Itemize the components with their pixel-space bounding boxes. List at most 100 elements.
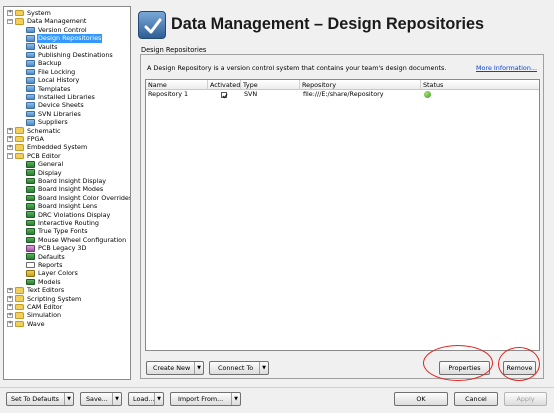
repositories-grid[interactable]: Name Activated Type Repository Status Re… <box>145 79 540 351</box>
more-information-link[interactable]: More Information... <box>476 64 537 72</box>
properties-button[interactable]: Properties <box>439 361 490 375</box>
tree-item-label: PCB Editor <box>27 151 61 160</box>
expand-icon[interactable]: + <box>7 287 13 294</box>
expand-icon[interactable]: + <box>7 144 13 151</box>
activated-checkbox[interactable] <box>221 91 228 98</box>
tree-item-label: Schematic <box>27 126 61 135</box>
connect-to-label: Connect To <box>218 364 254 372</box>
column-name[interactable]: Name <box>146 80 208 90</box>
expand-icon[interactable]: + <box>7 304 13 310</box>
folder-icon <box>15 303 24 311</box>
tree-item-label: Embedded System <box>27 143 88 152</box>
tree-item-label: Publishing Destinations <box>38 51 113 59</box>
page-icon <box>26 68 35 76</box>
green-icon <box>26 177 35 185</box>
page-icon <box>26 85 35 92</box>
collapse-icon[interactable]: − <box>7 153 13 159</box>
import-from-button[interactable]: Import From... ▼ <box>170 392 241 406</box>
repository-path: file:///E:/share/Repository <box>303 90 384 98</box>
load-button[interactable]: Load... ▼ <box>128 392 164 406</box>
chevron-down-icon: ▼ <box>64 393 73 405</box>
expand-icon[interactable]: + <box>7 10 13 16</box>
folder-icon <box>15 320 24 328</box>
tree-item-label: True Type Fonts <box>38 227 88 236</box>
column-type[interactable]: Type <box>241 80 300 90</box>
green-icon <box>26 169 35 176</box>
tree-item-label: SVN Libraries <box>38 109 81 118</box>
page-icon <box>26 60 35 67</box>
tree-item-label: Reports <box>38 261 63 269</box>
page-icon <box>26 51 35 59</box>
create-new-button[interactable]: Create New ▼ <box>146 361 204 375</box>
page-title: Data Management – Design Repositories <box>171 15 485 33</box>
apply-button[interactable]: Apply <box>504 392 547 406</box>
tree-item-label: Text Editors <box>27 286 65 295</box>
collapse-icon[interactable]: − <box>7 18 13 25</box>
expand-icon[interactable]: + <box>7 321 13 327</box>
tree-item-label: PCB Legacy 3D <box>38 244 87 253</box>
green-icon <box>26 186 35 193</box>
footer-divider <box>0 387 554 388</box>
connect-to-button[interactable]: Connect To ▼ <box>209 361 269 375</box>
column-status[interactable]: Status <box>421 80 541 90</box>
tree-item-label: General <box>38 160 64 169</box>
tree-item-label: FPGA <box>27 135 44 143</box>
page-icon <box>26 118 35 126</box>
expand-icon[interactable]: + <box>7 296 13 302</box>
chevron-down-icon: ▼ <box>154 393 163 405</box>
tree-item-label: Display <box>38 168 62 177</box>
mouse-icon <box>26 236 35 244</box>
tree-item-label: System <box>27 9 51 17</box>
repositories-panel: A Design Repository is a version control… <box>140 54 544 379</box>
tree-item-label: DRC Violations Display <box>38 210 111 219</box>
status-ok-icon <box>424 90 431 98</box>
doc-icon <box>26 261 35 269</box>
green-icon <box>26 211 35 218</box>
tree-item-label: Mouse Wheel Configuration <box>38 235 127 244</box>
save-label: Save... <box>86 395 108 403</box>
tree-item-label: Models <box>38 277 61 286</box>
set-to-defaults-label: Set To Defaults <box>11 395 59 403</box>
repository-type: SVN <box>244 90 258 98</box>
folder-icon <box>15 312 24 319</box>
folder-icon <box>15 18 24 25</box>
page-icon <box>26 76 35 84</box>
tree-item-label: Local History <box>38 76 80 85</box>
tree-item-label: Data Management <box>27 17 87 26</box>
tree-item-label: Version Control <box>38 25 87 34</box>
ok-button[interactable]: OK <box>394 392 448 406</box>
section-label: Design Repositories <box>141 46 207 54</box>
folder-icon <box>15 127 24 134</box>
grid-header: Name Activated Type Repository Status <box>146 80 539 90</box>
folder-icon <box>15 144 24 151</box>
create-new-label: Create New <box>153 364 191 372</box>
tree-item-label: File Locking <box>38 67 76 76</box>
folder-icon <box>15 286 24 294</box>
folder-icon <box>15 295 24 302</box>
set-to-defaults-button[interactable]: Set To Defaults ▼ <box>6 392 74 406</box>
remove-button[interactable]: Remove <box>503 361 536 375</box>
expand-icon[interactable]: + <box>7 136 13 142</box>
tree-item-label: Defaults <box>38 252 65 261</box>
column-activated[interactable]: Activated <box>208 80 241 90</box>
repository-name: Repository 1 <box>148 90 189 98</box>
page-icon <box>26 93 35 101</box>
page-icon <box>26 26 35 34</box>
tree-item-label: Board Insight Display <box>38 177 107 185</box>
tree-item-label: Scripting System <box>27 294 82 303</box>
expand-icon[interactable]: + <box>7 312 13 319</box>
options-tree[interactable]: + System − Data Management Version Control De… <box>3 6 131 380</box>
lib-icon <box>26 244 35 252</box>
table-row[interactable]: Repository 1 SVN file:///E:/share/Reposi… <box>146 90 539 99</box>
tree-item-label: Layer Colors <box>38 269 78 278</box>
save-button[interactable]: Save... ▼ <box>80 392 122 406</box>
import-from-label: Import From... <box>178 395 224 403</box>
chevron-down-icon: ▼ <box>259 362 268 374</box>
layer-icon <box>26 270 35 277</box>
green-icon <box>26 194 35 202</box>
cancel-button[interactable]: Cancel <box>454 392 498 406</box>
section-description: A Design Repository is a version control… <box>147 64 447 72</box>
tree-item-label: Vaults <box>38 42 58 51</box>
expand-icon[interactable]: + <box>7 128 13 134</box>
column-repository[interactable]: Repository <box>300 80 421 90</box>
